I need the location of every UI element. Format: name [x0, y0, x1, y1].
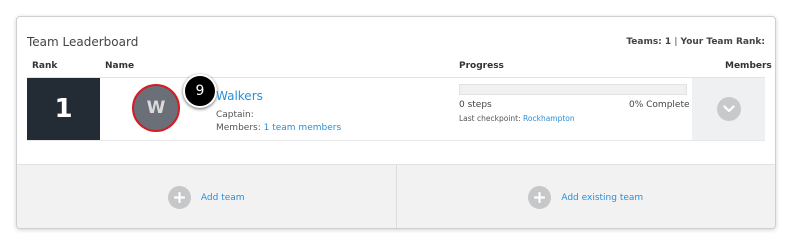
teams-count: Teams: 1 — [626, 37, 672, 47]
plus-icon — [167, 186, 191, 209]
team-members: Members: 1 team members — [216, 123, 341, 133]
progress-bar — [459, 84, 687, 95]
percent-complete: 0% Complete — [629, 100, 690, 110]
step-number-badge: 9 — [183, 74, 217, 108]
teams-info: Teams: 1 | Your Team Rank: — [626, 37, 765, 47]
chevron-down-icon — [722, 105, 735, 113]
add-existing-team-label: Add existing team — [561, 192, 644, 203]
add-team-label: Add team — [200, 192, 245, 203]
last-checkpoint: Last checkpoint: Rockhampton — [459, 114, 575, 123]
add-existing-team-button[interactable]: Add existing team — [397, 165, 776, 228]
column-header-progress: Progress — [459, 61, 504, 71]
column-header-rank: Rank — [32, 61, 58, 71]
row-divider — [27, 140, 765, 141]
rank-cell: 1 — [27, 78, 100, 140]
plus-icon — [528, 186, 552, 209]
panel-title: Team Leaderboard — [27, 35, 139, 49]
members-cell — [692, 78, 765, 140]
team-avatar[interactable]: W — [132, 84, 180, 132]
checkpoint-label: Last checkpoint: — [459, 114, 521, 123]
team-members-link[interactable]: 1 team members — [264, 123, 342, 133]
leaderboard-panel: Team Leaderboard Teams: 1 | Your Team Ra… — [16, 16, 776, 229]
team-actions-bar: Add team Add existing team — [17, 164, 776, 228]
team-captain: Captain: — [216, 110, 254, 120]
checkpoint-link[interactable]: Rockhampton — [523, 114, 575, 123]
steps-count: 0 steps — [459, 100, 492, 110]
header-divider — [27, 77, 765, 78]
team-members-label: Members: — [216, 123, 261, 133]
teams-separator: | — [674, 37, 678, 47]
add-team-button[interactable]: Add team — [17, 165, 397, 228]
column-header-members: Members — [725, 61, 772, 71]
expand-members-button[interactable] — [716, 97, 741, 121]
column-header-name: Name — [105, 61, 135, 71]
team-rank-label: Your Team Rank: — [680, 37, 765, 47]
team-name-link[interactable]: Walkers — [216, 89, 263, 103]
